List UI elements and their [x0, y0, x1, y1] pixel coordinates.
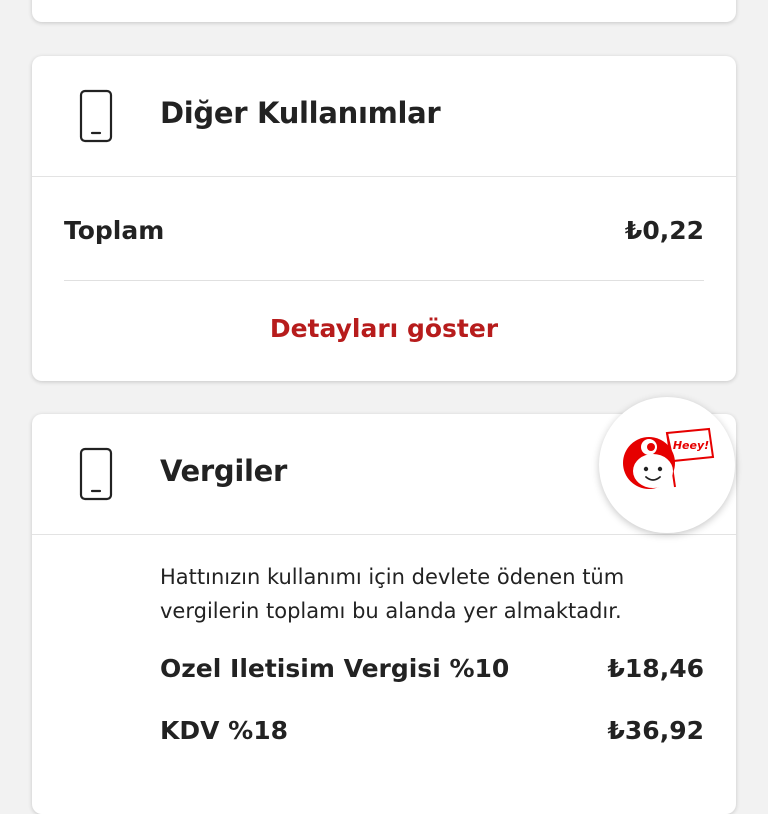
tax-label: KDV %18	[160, 716, 289, 745]
assistant-bubble-text: Heey!	[673, 439, 709, 452]
divider	[64, 280, 704, 281]
tax-value: ₺36,92	[607, 716, 704, 745]
tax-value: ₺18,46	[607, 654, 704, 683]
total-row: Toplam ₺0,22	[64, 216, 704, 245]
total-value: ₺0,22	[624, 216, 704, 245]
tax-row: Ozel Iletisim Vergisi %10 ₺18,46	[160, 654, 704, 683]
phone-icon	[79, 89, 113, 143]
show-details-link[interactable]: Detayları göster	[32, 314, 736, 343]
tax-row: KDV %18 ₺36,92	[160, 716, 704, 745]
previous-card	[32, 0, 736, 22]
total-label: Toplam	[64, 216, 165, 245]
other-usage-header: Diğer Kullanımlar	[32, 56, 736, 177]
tax-label: Ozel Iletisim Vergisi %10	[160, 654, 510, 683]
assistant-button[interactable]: Heey!	[599, 397, 735, 533]
other-usage-card: Diğer Kullanımlar Toplam ₺0,22 Detayları…	[32, 56, 736, 381]
taxes-description: Hattınızın kullanımı için devlete ödenen…	[160, 565, 625, 623]
vodafone-assistant-icon: Heey!	[623, 427, 715, 489]
taxes-title: Vergiler	[160, 454, 288, 488]
other-usage-title: Diğer Kullanımlar	[160, 96, 441, 130]
phone-icon	[79, 447, 113, 501]
